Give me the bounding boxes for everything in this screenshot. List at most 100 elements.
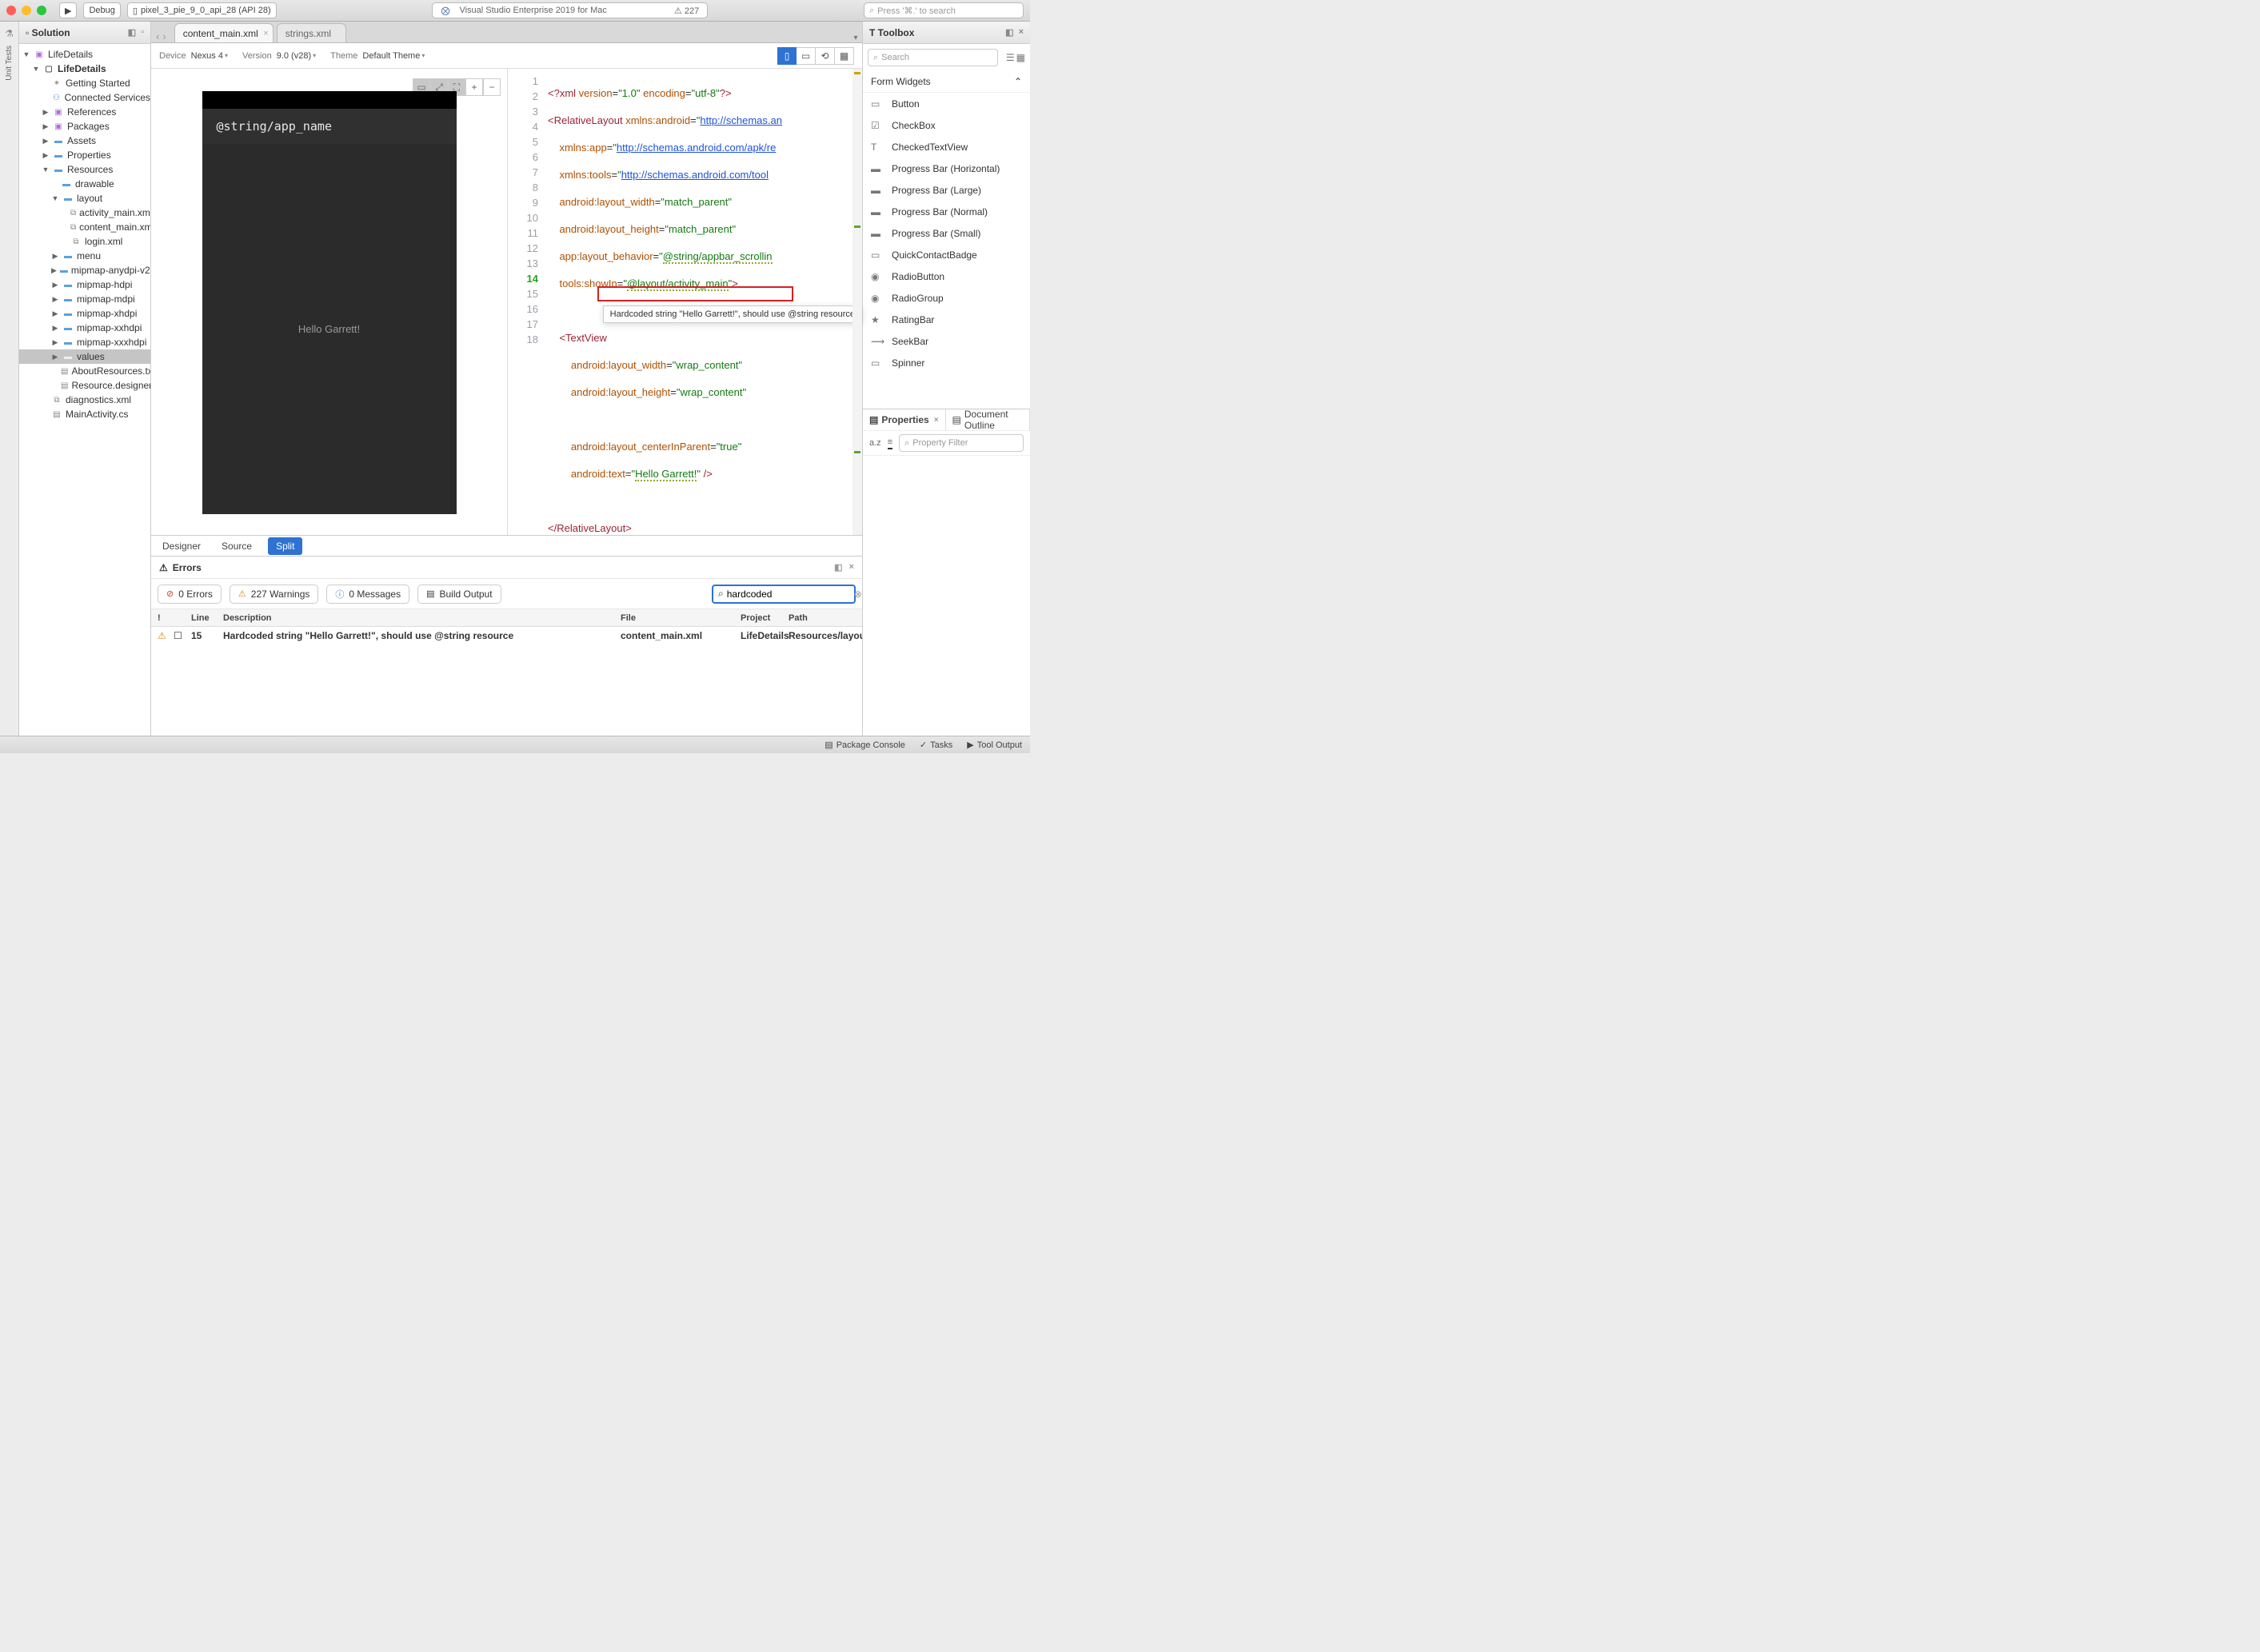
tree-item-content-main[interactable]: ⧉content_main.xml: [19, 220, 150, 234]
sort-category-icon[interactable]: ≡: [888, 437, 892, 449]
code-editor[interactable]: 123456789101112131415161718 <?xml versio…: [507, 69, 862, 535]
toolbox-search[interactable]: ⌕Search: [868, 49, 998, 66]
tree-item-login[interactable]: ⧉login.xml: [19, 234, 150, 249]
tool-output-button[interactable]: ▶ Tool Output: [967, 740, 1022, 750]
tree-item-resource-designer[interactable]: ▤Resource.designer.cs: [19, 378, 150, 393]
tab-properties[interactable]: ▤ Properties×: [863, 409, 946, 430]
panel-close-icon[interactable]: ×: [849, 562, 854, 573]
code-content[interactable]: <?xml version="1.0" encoding="utf-8"?> <…: [545, 69, 862, 535]
col-line[interactable]: Line: [185, 609, 217, 626]
portrait-icon[interactable]: ▯: [777, 47, 797, 65]
error-row[interactable]: ⚠ ☐ 15 Hardcoded string "Hello Garrett!"…: [151, 627, 862, 644]
tree-item-mipmap-xxxhdpi[interactable]: ▶▬mipmap-xxxhdpi: [19, 335, 150, 349]
grid-icon[interactable]: ▦: [835, 47, 854, 65]
tree-item-layout[interactable]: ▼▬layout: [19, 191, 150, 206]
toolbox-item[interactable]: ⟿SeekBar: [863, 330, 1030, 352]
nav-back-icon[interactable]: ‹: [156, 30, 159, 42]
tree-item-resources[interactable]: ▼▬Resources: [19, 162, 150, 177]
tree-item-references[interactable]: ▶▣References: [19, 105, 150, 119]
unit-tests-tab[interactable]: Unit Tests: [5, 46, 14, 81]
toolbox-section[interactable]: Form Widgets⌃: [863, 71, 1030, 93]
col-description[interactable]: Description: [217, 609, 614, 626]
messages-pill[interactable]: ⓘ0 Messages: [326, 585, 409, 604]
col-path[interactable]: Path: [782, 609, 862, 626]
toolbox-item[interactable]: ★RatingBar: [863, 309, 1030, 330]
designer-preview[interactable]: ▭ ⤢ ⛶ + − @string/app_name Hello Garrett…: [151, 69, 507, 535]
toolbox-item[interactable]: ▭Spinner: [863, 352, 1030, 373]
device-select[interactable]: Nexus 4 ▾: [191, 51, 228, 61]
tree-item-diagnostics[interactable]: ⧉diagnostics.xml: [19, 393, 150, 407]
flask-icon[interactable]: ⚗: [5, 28, 14, 39]
build-output-pill[interactable]: ▤Build Output: [417, 585, 501, 604]
tasks-button[interactable]: ✓ Tasks: [920, 740, 952, 750]
close-icon[interactable]: ×: [263, 29, 268, 38]
tree-item-about-resources[interactable]: ▤AboutResources.txt: [19, 364, 150, 378]
close-icon[interactable]: ×: [934, 416, 939, 425]
tree-item-mipmap-xxhdpi[interactable]: ▶▬mipmap-xxhdpi: [19, 321, 150, 335]
tree-item-connected-services[interactable]: ⚇Connected Services: [19, 90, 150, 105]
landscape-icon[interactable]: ▭: [797, 47, 816, 65]
toolbox-item[interactable]: ▬Progress Bar (Small): [863, 222, 1030, 244]
zoom-in-icon[interactable]: +: [465, 78, 483, 96]
toolbox-item[interactable]: ▭Button: [863, 93, 1030, 114]
mode-designer[interactable]: Designer: [158, 537, 206, 555]
row-checkbox[interactable]: ☐: [167, 627, 185, 644]
panel-dock-icon[interactable]: ◧: [128, 27, 136, 38]
toolbox-item[interactable]: ▬Progress Bar (Horizontal): [863, 158, 1030, 179]
tabs-dropdown-icon[interactable]: ▾: [849, 34, 862, 42]
errors-search-input[interactable]: [727, 589, 851, 600]
tree-item-main-activity[interactable]: ▤MainActivity.cs: [19, 407, 150, 421]
mode-split[interactable]: Split: [268, 537, 302, 555]
panel-dock-icon[interactable]: ◧: [834, 562, 842, 573]
panel-dock-icon[interactable]: ◧: [1005, 27, 1013, 38]
warnings-pill[interactable]: ⚠227 Warnings: [230, 585, 318, 604]
toolbox-item[interactable]: ▬Progress Bar (Large): [863, 179, 1030, 201]
toolbox-item[interactable]: ▬Progress Bar (Normal): [863, 201, 1030, 222]
clear-icon[interactable]: ⊗: [854, 589, 862, 600]
tree-item-values[interactable]: ▶▬values: [19, 349, 150, 364]
col-project[interactable]: Project: [734, 609, 782, 626]
tree-item-assets[interactable]: ▶▬Assets: [19, 134, 150, 148]
tree-item-packages[interactable]: ▶▣Packages: [19, 119, 150, 134]
solution-tree[interactable]: ▼▣LifeDetails ▼▢LifeDetails ✶Getting Sta…: [19, 44, 150, 736]
maximize-window[interactable]: [37, 6, 46, 15]
col-bang[interactable]: !: [151, 609, 167, 626]
grid-view-icon[interactable]: ▦: [1016, 52, 1025, 63]
refresh-icon[interactable]: ⟲: [816, 47, 835, 65]
panel-close-icon[interactable]: ×: [1019, 27, 1024, 38]
mode-source[interactable]: Source: [217, 537, 257, 555]
errors-search[interactable]: ⌕ ⊗: [712, 585, 856, 604]
col-check[interactable]: [167, 609, 185, 626]
toolbox-item[interactable]: ◉RadioButton: [863, 265, 1030, 287]
tree-item-drawable[interactable]: ▬drawable: [19, 177, 150, 191]
marker-column[interactable]: [852, 69, 862, 535]
config-dropdown[interactable]: Debug: [83, 2, 120, 18]
errors-pill[interactable]: ⊘0 Errors: [158, 585, 222, 604]
theme-select[interactable]: Default Theme ▾: [362, 51, 425, 61]
close-window[interactable]: [6, 6, 16, 15]
minimize-window[interactable]: [22, 6, 31, 15]
property-filter[interactable]: ⌕Property Filter: [899, 434, 1024, 452]
nav-fwd-icon[interactable]: ›: [162, 30, 166, 42]
tree-item-menu[interactable]: ▶▬menu: [19, 249, 150, 263]
toolbox-item[interactable]: ▭QuickContactBadge: [863, 244, 1030, 265]
tree-item-properties[interactable]: ▶▬Properties: [19, 148, 150, 162]
panel-close-icon[interactable]: ▫: [141, 27, 144, 38]
toolbox-item[interactable]: ◉RadioGroup: [863, 287, 1030, 309]
warning-icon[interactable]: ⚠ 227: [674, 6, 699, 16]
tree-item-mipmap-hdpi[interactable]: ▶▬mipmap-hdpi: [19, 277, 150, 292]
phone-preview[interactable]: @string/app_name Hello Garrett!: [202, 91, 457, 514]
collapse-icon[interactable]: ⌃: [1014, 76, 1022, 87]
col-file[interactable]: File: [614, 609, 734, 626]
tree-item-mipmap-anydpi[interactable]: ▶▬mipmap-anydpi-v26: [19, 263, 150, 277]
zoom-out-icon[interactable]: −: [483, 78, 501, 96]
tree-item-activity-main[interactable]: ⧉activity_main.xml: [19, 206, 150, 220]
list-view-icon[interactable]: ☰: [1006, 52, 1015, 63]
version-select[interactable]: 9.0 (v28) ▾: [277, 51, 316, 61]
tree-item-mipmap-xhdpi[interactable]: ▶▬mipmap-xhdpi: [19, 306, 150, 321]
device-dropdown[interactable]: ▯ pixel_3_pie_9_0_api_28 (API 28): [127, 2, 277, 18]
project-node[interactable]: ▼▢LifeDetails: [19, 62, 150, 76]
tree-item-mipmap-mdpi[interactable]: ▶▬mipmap-mdpi: [19, 292, 150, 306]
run-button[interactable]: ▶: [59, 2, 77, 18]
tab-document-outline[interactable]: ▤ Document Outline: [946, 409, 1030, 430]
